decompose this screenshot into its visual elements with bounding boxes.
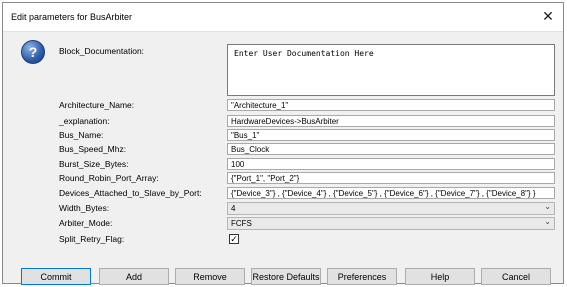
devices-attached-label: Devices_Attached_to_Slave_by_Port:: [59, 188, 202, 198]
dialog-window: Edit parameters for BusArbiter ✕ ? Block…: [2, 2, 564, 285]
block-documentation-label: Block_Documentation:: [59, 46, 145, 56]
architecture-name-label: Architecture_Name:: [59, 100, 135, 110]
block-documentation-textarea[interactable]: Enter User Documentation Here: [227, 44, 555, 96]
burst-size-label: Burst_Size_Bytes:: [59, 159, 129, 169]
bus-speed-label: Bus_Speed_Mhz:: [59, 144, 127, 154]
close-icon[interactable]: ✕: [539, 7, 557, 25]
explanation-field[interactable]: HardwareDevices->BusArbiter: [227, 115, 555, 127]
explanation-label: _explanation:: [59, 116, 110, 126]
bus-name-field[interactable]: "Bus_1": [227, 129, 555, 141]
arbiter-mode-select[interactable]: FCFS ⌄: [227, 217, 555, 230]
commit-button[interactable]: Commit: [21, 268, 91, 285]
architecture-name-field[interactable]: "Architecture_1": [227, 99, 555, 111]
chevron-down-icon[interactable]: ⌄: [544, 217, 551, 226]
cancel-button[interactable]: Cancel: [481, 268, 551, 285]
split-retry-label: Split_Retry_Flag:: [59, 234, 125, 244]
split-retry-checkbox[interactable]: ✓: [229, 234, 239, 244]
bus-name-label: Bus_Name:: [59, 130, 104, 140]
width-bytes-select[interactable]: 4 ⌄: [227, 202, 555, 215]
round-robin-field[interactable]: {"Port_1", "Port_2"}: [227, 172, 555, 184]
add-button[interactable]: Add: [99, 268, 169, 285]
help-button[interactable]: Help: [405, 268, 475, 285]
bus-speed-field[interactable]: Bus_Clock: [227, 143, 555, 155]
burst-size-field[interactable]: 100: [227, 158, 555, 170]
width-bytes-label: Width_Bytes:: [59, 203, 110, 213]
restore-defaults-button[interactable]: Restore Defaults: [251, 268, 321, 285]
width-bytes-value: 4: [231, 204, 236, 213]
devices-attached-field[interactable]: {"Device_3"} , {"Device_4"} , {"Device_5…: [227, 187, 555, 199]
round-robin-label: Round_Robin_Port_Array:: [59, 173, 159, 183]
arbiter-mode-value: FCFS: [231, 219, 252, 228]
help-icon: ?: [21, 40, 45, 64]
title-bar: Edit parameters for BusArbiter ✕: [3, 3, 563, 30]
arbiter-mode-label: Arbiter_Mode:: [59, 218, 113, 228]
preferences-button[interactable]: Preferences: [327, 268, 397, 285]
remove-button[interactable]: Remove: [175, 268, 245, 285]
chevron-down-icon[interactable]: ⌄: [544, 202, 551, 211]
window-title: Edit parameters for BusArbiter: [11, 12, 133, 22]
dialog-content: ? Block_Documentation: Enter User Docume…: [3, 31, 563, 285]
